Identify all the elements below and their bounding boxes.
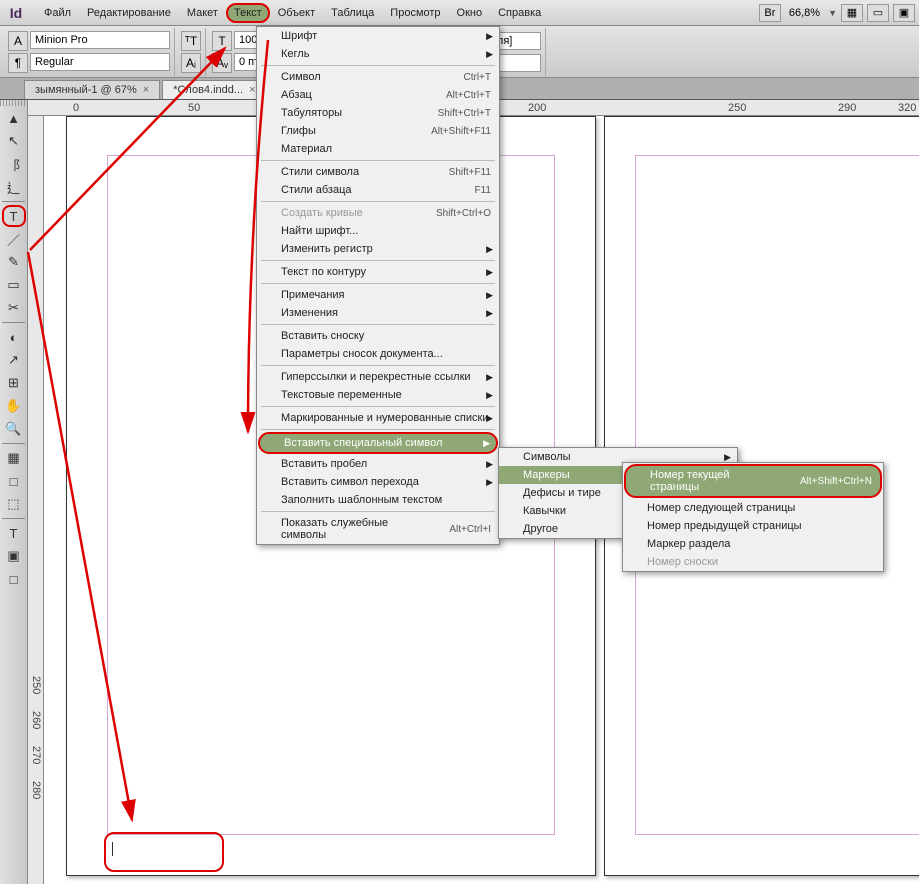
menu-item[interactable]: Текст по контуру▶ — [257, 263, 499, 281]
menu-item: Создать кривыеShift+Ctrl+O — [257, 204, 499, 222]
menu-item[interactable]: Примечания▶ — [257, 286, 499, 304]
menu-item[interactable]: Стили абзацаF11 — [257, 181, 499, 199]
view-mode-3-icon[interactable]: ▣ — [893, 4, 915, 22]
menu-object[interactable]: Объект — [270, 3, 323, 23]
tool-19[interactable]: □ — [2, 568, 26, 590]
menu-item[interactable]: Материал — [257, 140, 499, 158]
menu-item[interactable]: Вставить сноску — [257, 327, 499, 345]
menu-item[interactable]: Вставить специальный символ▶ — [258, 432, 498, 454]
menu-item[interactable]: Текстовые переменные▶ — [257, 386, 499, 404]
menu-item[interactable]: Кегль▶ — [257, 45, 499, 63]
menu-item[interactable]: ТабуляторыShift+Ctrl+T — [257, 104, 499, 122]
tool-18[interactable]: ▣ — [2, 545, 26, 567]
menu-item[interactable]: СимволCtrl+T — [257, 68, 499, 86]
tool-11[interactable]: ⊞ — [2, 372, 26, 394]
tool-12[interactable]: ✋ — [2, 395, 26, 417]
tool-6[interactable]: ✎ — [2, 251, 26, 273]
para-format-icon[interactable]: ¶ — [8, 53, 28, 73]
submenu-markers: Номер текущей страницыAlt+Shift+Ctrl+NНо… — [622, 462, 884, 572]
menu-item[interactable]: АбзацAlt+Ctrl+T — [257, 86, 499, 104]
tab-doc1[interactable]: зымянный-1 @ 67%× — [24, 80, 160, 99]
menubar: Id Файл Редактирование Макет Текст Объек… — [0, 0, 919, 26]
view-mode-2-icon[interactable]: ▭ — [867, 4, 889, 22]
menu-item[interactable]: Заполнить шаблонным текстом — [257, 491, 499, 509]
menu-item[interactable]: Вставить символ перехода▶ — [257, 473, 499, 491]
menu-item[interactable]: Маркированные и нумерованные списки▶ — [257, 409, 499, 427]
menu-item[interactable]: Шрифт▶ — [257, 27, 499, 45]
menu-item[interactable]: Изменения▶ — [257, 304, 499, 322]
zoom-controls: Br 66,8% ▼ ▦ ▭ ▣ — [759, 4, 915, 22]
submenu-item[interactable]: Маркер раздела — [623, 535, 883, 553]
menu-item[interactable]: Найти шрифт... — [257, 222, 499, 240]
tool-5[interactable]: ／ — [2, 228, 26, 250]
menu-text-dropdown: Шрифт▶Кегль▶СимволCtrl+TАбзацAlt+Ctrl+TТ… — [256, 26, 500, 545]
menu-help[interactable]: Справка — [490, 3, 549, 23]
menu-table[interactable]: Таблица — [323, 3, 382, 23]
tool-10[interactable]: ↗ — [2, 349, 26, 371]
view-mode-1-icon[interactable]: ▦ — [841, 4, 863, 22]
tool-13[interactable]: 🔍 — [2, 418, 26, 440]
menu-item[interactable]: Показать служебные символыAlt+Ctrl+I — [257, 514, 499, 544]
tool-2[interactable]: ⻏ — [2, 153, 26, 175]
tool-0[interactable]: ▲ — [2, 107, 26, 129]
font-style-select[interactable]: Regular — [30, 53, 170, 71]
tool-15[interactable]: □ — [2, 470, 26, 492]
tool-7[interactable]: ▭ — [2, 274, 26, 296]
tool-16[interactable]: ⬚ — [2, 493, 26, 515]
tool-17[interactable]: T — [2, 522, 26, 544]
app-logo: Id — [4, 5, 28, 21]
hscale-icon: T — [212, 31, 232, 51]
submenu-item[interactable]: Номер следующей страницы — [623, 499, 883, 517]
menu-file[interactable]: Файл — [36, 3, 79, 23]
tool-3[interactable]: ⻎ — [2, 176, 26, 198]
kerning-icon: Aᵥ — [212, 53, 232, 73]
tool-1[interactable]: ↖ — [2, 130, 26, 152]
tab-doc2[interactable]: *Слов4.indd...× — [162, 80, 266, 99]
menu-item[interactable]: ГлифыAlt+Shift+F11 — [257, 122, 499, 140]
close-icon[interactable]: × — [249, 84, 255, 96]
char-format-icon[interactable]: A — [8, 31, 28, 51]
menu-item[interactable]: Стили символаShift+F11 — [257, 163, 499, 181]
menu-item[interactable]: Параметры сносок документа... — [257, 345, 499, 363]
tool-14[interactable]: ▦ — [2, 447, 26, 469]
menu-item[interactable]: Вставить пробел▶ — [257, 455, 499, 473]
tool-8[interactable]: ✂ — [2, 297, 26, 319]
zoom-value[interactable]: 66,8% — [785, 7, 824, 19]
submenu-item: Номер сноски — [623, 553, 883, 571]
menu-window[interactable]: Окно — [449, 3, 491, 23]
menu-view[interactable]: Просмотр — [382, 3, 448, 23]
size-icon[interactable]: ᵀT — [181, 31, 201, 51]
menu-edit[interactable]: Редактирование — [79, 3, 179, 23]
chevron-down-icon[interactable]: ▼ — [828, 8, 837, 18]
text-frame-highlight — [104, 832, 224, 872]
submenu-item[interactable]: Номер текущей страницыAlt+Shift+Ctrl+N — [624, 464, 882, 498]
font-family-select[interactable]: Minion Pro — [30, 31, 170, 49]
submenu-item[interactable]: Номер предыдущей страницы — [623, 517, 883, 535]
menu-layout[interactable]: Макет — [179, 3, 226, 23]
bridge-icon[interactable]: Br — [759, 4, 781, 22]
ruler-vertical[interactable]: 250260270280 — [28, 116, 44, 884]
tool-4[interactable]: T — [2, 205, 26, 227]
tool-9[interactable]: ◐ — [2, 326, 26, 348]
toolbox: ▲↖⻏⻎T／✎▭✂◐↗⊞✋🔍▦□⬚T▣□ — [0, 100, 28, 884]
menu-text[interactable]: Текст — [226, 3, 270, 23]
menu-item[interactable]: Изменить регистр▶ — [257, 240, 499, 258]
leading-icon[interactable]: Aᵢ — [181, 53, 201, 73]
close-icon[interactable]: × — [143, 84, 149, 96]
menu-item[interactable]: Гиперссылки и перекрестные ссылки▶ — [257, 368, 499, 386]
